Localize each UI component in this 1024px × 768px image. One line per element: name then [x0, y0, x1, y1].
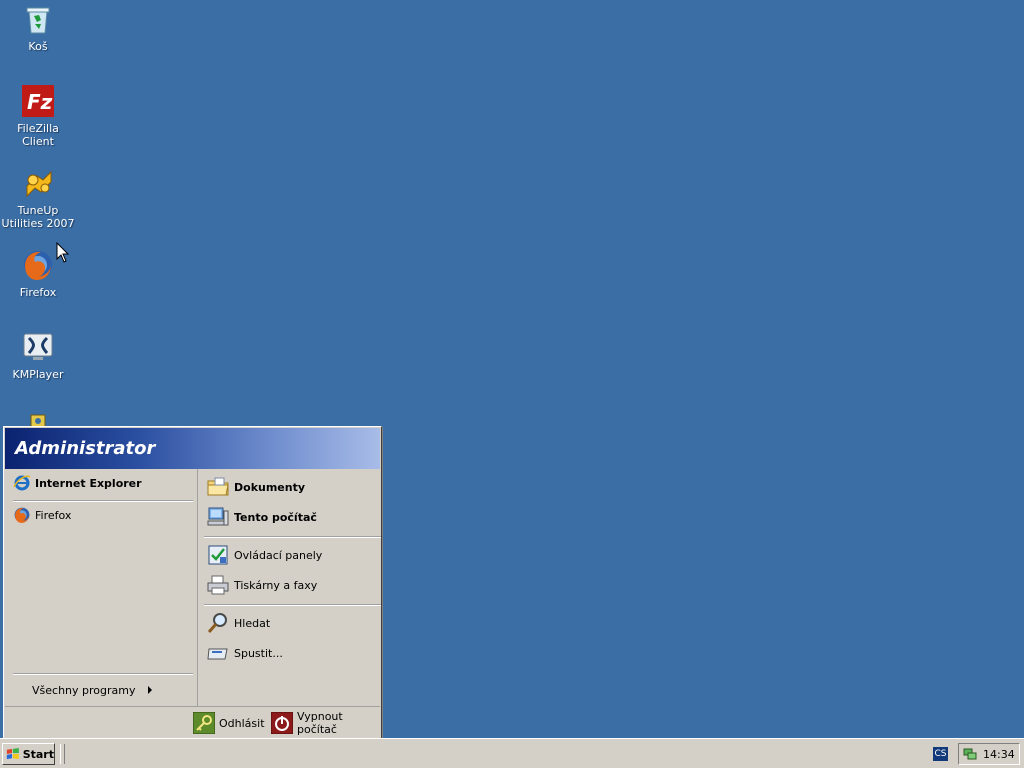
start-menu-places-pane: Dokumenty Tento počítač Ovládací panely — [197, 469, 381, 706]
desktop-icon-label: KMPlayer — [12, 368, 64, 381]
key-icon — [193, 712, 215, 734]
start-menu-user-name: Administrator — [5, 428, 380, 469]
desktop-icon-label: Koš — [28, 40, 48, 53]
recycle-bin-icon — [26, 7, 50, 34]
logoff-button[interactable]: Odhlásit — [193, 712, 265, 734]
desktop-icon-label: FileZilla Client — [17, 122, 59, 148]
start-menu-item-documents[interactable]: Dokumenty — [206, 474, 305, 500]
desktop-icon-tuneup[interactable]: TuneUp Utilities 2007 — [0, 166, 76, 230]
search-icon — [207, 613, 227, 633]
desktop-icon-kmplayer[interactable]: KMPlayer — [0, 330, 76, 381]
start-menu-item-control-panel[interactable]: Ovládací panely — [206, 542, 322, 568]
start-menu-item-internet-explorer[interactable]: Internet Explorer — [13, 472, 142, 494]
start-menu-footer: Odhlásit Vypnout počítač — [5, 706, 380, 740]
start-label: Start — [22, 747, 54, 761]
separator — [13, 673, 193, 675]
separator — [204, 604, 381, 606]
all-programs-label: Všechny programy — [32, 683, 136, 697]
arrow-right-icon — [147, 686, 152, 694]
start-menu-item-my-computer[interactable]: Tento počítač — [206, 504, 317, 530]
network-icon[interactable] — [962, 746, 978, 762]
menu-item-label: Tiskárny a faxy — [234, 578, 318, 592]
menu-item-label: Hledat — [234, 616, 271, 630]
start-menu-item-printers[interactable]: Tiskárny a faxy — [206, 572, 317, 598]
clock[interactable]: 14:34 — [983, 748, 1015, 761]
separator — [204, 536, 381, 538]
menu-item-label: Internet Explorer — [35, 476, 142, 490]
start-menu: Administrator Internet Explorer Firefox … — [3, 426, 382, 742]
desktop-icon-recycle-bin[interactable]: Koš — [0, 2, 76, 53]
svg-text:Fz: Fz — [27, 90, 53, 114]
firefox-icon — [24, 251, 52, 280]
menu-item-label: Firefox — [35, 508, 72, 522]
folder-icon — [207, 477, 229, 496]
taskbar-grip[interactable] — [60, 744, 65, 764]
shutdown-label: Vypnout počítač — [297, 710, 343, 736]
all-programs-button[interactable]: Všechny programy — [32, 679, 152, 701]
mouse-cursor — [56, 242, 70, 263]
start-menu-item-firefox[interactable]: Firefox — [13, 504, 71, 526]
menu-item-label: Spustit... — [234, 646, 283, 660]
start-menu-item-search[interactable]: Hledat — [206, 610, 270, 636]
kmplayer-icon — [23, 333, 53, 360]
desktop-icon-filezilla[interactable]: Fz FileZilla Client — [0, 84, 76, 148]
windows-logo-icon — [6, 748, 19, 760]
internet-explorer-icon — [13, 475, 31, 491]
menu-item-label: Tento počítač — [234, 510, 317, 524]
filezilla-icon: Fz — [22, 85, 54, 117]
separator — [13, 500, 193, 502]
taskbar: Start CS 14:34 — [0, 738, 1024, 768]
printer-icon — [207, 575, 229, 595]
control-panel-icon — [208, 545, 228, 565]
logoff-label: Odhlásit — [219, 716, 265, 730]
run-icon — [207, 648, 228, 660]
firefox-icon — [14, 507, 30, 523]
start-menu-item-run[interactable]: Spustit... — [206, 640, 283, 666]
start-button[interactable]: Start — [2, 743, 55, 765]
menu-item-label: Ovládací panely — [234, 548, 323, 562]
partial-desktop-icon — [30, 414, 46, 427]
desktop-icon-label: Firefox — [19, 286, 57, 299]
tuneup-icon — [26, 170, 52, 198]
language-indicator[interactable]: CS — [933, 747, 948, 761]
system-tray: 14:34 — [958, 743, 1020, 765]
power-icon — [271, 712, 293, 734]
desktop-icon-label: TuneUp Utilities 2007 — [1, 204, 75, 230]
computer-icon — [207, 507, 229, 526]
menu-item-label: Dokumenty — [234, 480, 306, 494]
start-menu-programs-pane: Internet Explorer Firefox Všechny progra… — [5, 469, 196, 706]
shutdown-button[interactable]: Vypnout počítač — [271, 710, 380, 736]
